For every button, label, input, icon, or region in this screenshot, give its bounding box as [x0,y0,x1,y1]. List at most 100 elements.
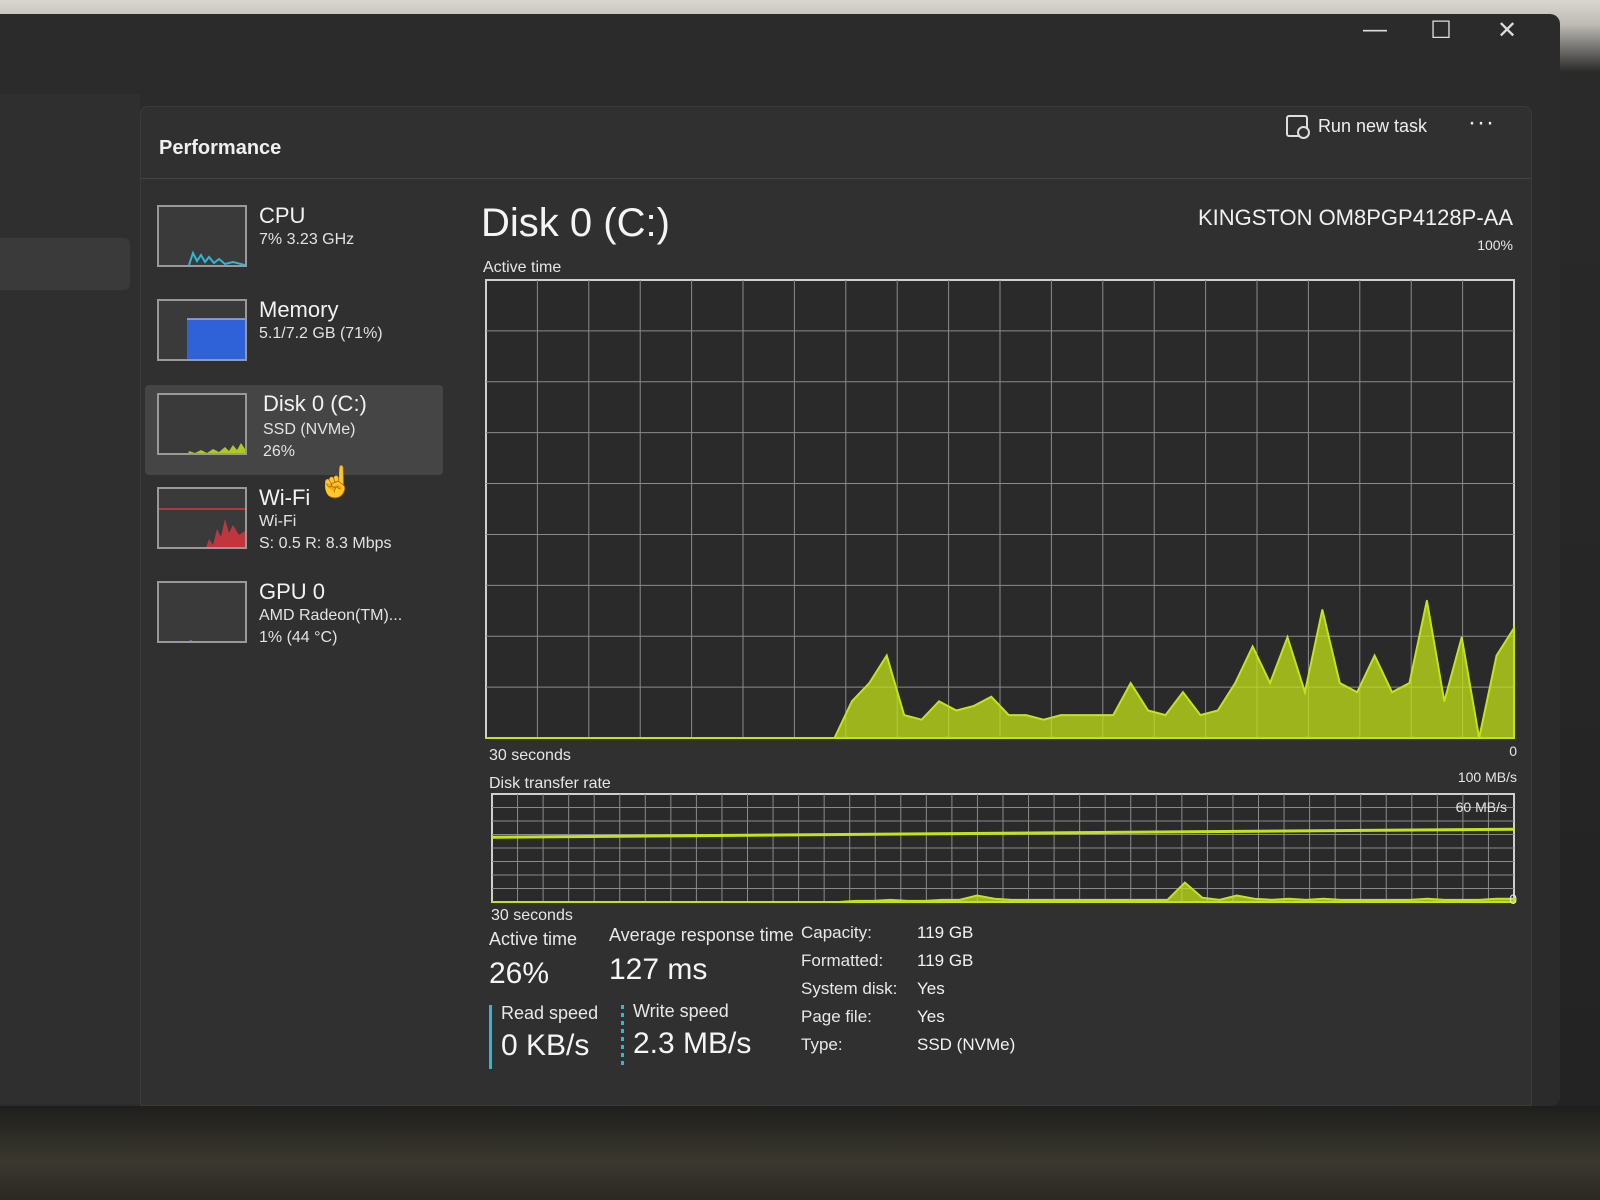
system-disk-label: System disk: [801,979,898,998]
data-point [1010,899,1013,901]
data-point [1042,718,1045,721]
data-point [1443,899,1446,901]
close-icon[interactable]: ✕ [1494,16,1520,45]
transfer-rate-min-label: 0 [1509,891,1517,907]
more-options-button[interactable]: ··· [1468,109,1495,137]
resource-detail-2: S: 0.5 R: 8.3 Mbps [259,535,392,552]
data-point [820,901,822,903]
write-speed-value: 2.3 MB/s [633,1027,752,1060]
data-point [1218,899,1221,901]
transfer-rate-chart-label: Disk transfer rate [489,775,611,792]
data-point [802,901,805,903]
transfer-rate-max-label: 100 MB/s [1457,769,1517,785]
disk-title: Disk 0 (C:) [481,201,670,245]
data-point [1114,899,1117,901]
window-controls: — ☐ ✕ [1362,16,1520,45]
resource-item-cpu[interactable]: CPU 7% 3.23 GHz [141,197,451,287]
page-file-label: Page file: [801,1007,872,1026]
data-point [798,737,801,739]
nav-rail-selected-item[interactable] [0,238,130,290]
data-point [729,737,731,739]
data-point [1095,714,1097,716]
active-time-min-label: 0 [1509,743,1517,759]
data-point [751,901,753,903]
data-point [1129,682,1132,684]
data-point [560,901,563,903]
data-point [924,900,926,902]
data-point [920,718,923,721]
disk-thumbnail-graph [157,393,247,455]
minimize-icon[interactable]: — [1362,16,1388,45]
data-point [1270,899,1273,901]
resource-list: CPU 7% 3.23 GHz Memory 5.1/7.2 GB (71%) [141,197,451,667]
data-point [664,901,667,903]
data-point [537,737,540,739]
data-point [543,901,545,903]
resource-item-disk[interactable]: Disk 0 (C:) SSD (NVMe) 26% ☝ [145,385,443,499]
data-point [941,899,944,901]
data-point [1339,899,1342,901]
data-point [647,901,649,903]
data-point [1426,599,1428,602]
resource-detail: AMD Radeon(TM)... [259,607,403,624]
type-value: SSD (NVMe) [917,1035,1016,1054]
data-point [851,700,853,703]
data-point [508,901,511,903]
transfer-rate-chart [491,793,1515,903]
data-point [990,695,993,698]
data-point [1322,897,1325,900]
data-point [1166,899,1169,901]
data-point [502,737,505,739]
maximize-icon[interactable]: ☐ [1428,16,1454,45]
data-point [589,737,592,739]
desktop-wallpaper-strip [0,1106,1600,1200]
data-point [1147,709,1149,712]
formatted-label: Formatted: [801,951,884,970]
data-point [485,737,487,739]
data-point [1495,897,1498,900]
data-point [1149,899,1152,901]
data-point [938,700,940,703]
data-point [525,901,528,903]
data-point [1201,896,1204,899]
data-point [612,901,615,903]
data-point [642,737,644,739]
transfer-rate-line-label: 60 MB/s [1455,799,1507,815]
resource-name: CPU [259,203,306,228]
type-label: Type: [801,1035,843,1054]
data-point [595,901,597,903]
data-point [1097,899,1100,901]
data-point [1216,709,1219,712]
data-point [1234,682,1237,684]
run-new-task-button[interactable]: Run new task [1285,115,1427,139]
data-point [993,897,996,900]
active-time-stat-value: 26% [489,957,550,990]
page-file-value: Yes [917,1007,945,1026]
data-point [676,737,679,739]
resource-detail: 5.1/7.2 GB (71%) [259,325,383,342]
data-point [1408,682,1411,684]
data-point [733,901,736,903]
resource-detail: SSD (NVMe) [263,421,356,438]
data-point [1025,714,1027,716]
data-point [1357,899,1359,901]
data-point [1269,682,1271,684]
data-point [1080,899,1082,901]
data-point [1007,714,1010,716]
data-point [1182,691,1184,693]
data-point [906,900,909,902]
data-point [1062,899,1065,901]
data-point [1164,714,1167,716]
data-point [1132,899,1134,901]
data-point [694,737,696,739]
read-speed-label: Read speed [501,1003,599,1023]
data-point [1305,899,1307,901]
resource-item-wifi[interactable]: Wi-Fi Wi-Fi S: 0.5 R: 8.3 Mbps [141,479,451,569]
transfer-rate-duration-label: 30 seconds [491,907,573,924]
data-point [837,901,840,903]
data-point [1338,682,1341,684]
resource-item-gpu[interactable]: GPU 0 AMD Radeon(TM)... 1% (44 °C) [141,573,451,663]
resource-detail: 7% 3.23 GHz [259,231,355,248]
resource-item-memory[interactable]: Memory 5.1/7.2 GB (71%) [141,291,451,381]
system-disk-value: Yes [917,979,945,998]
